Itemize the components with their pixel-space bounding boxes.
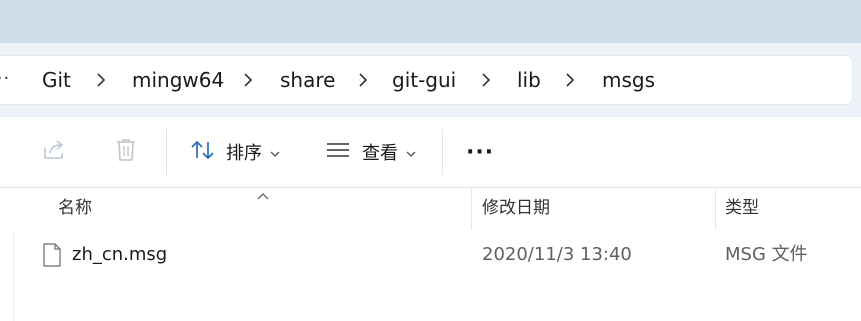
breadcrumb-item-git-gui[interactable]: git-gui [392, 56, 456, 104]
sort-ascending-icon [256, 186, 270, 200]
chevron-right-icon[interactable] [94, 68, 108, 92]
column-header-date[interactable]: 修改日期 [482, 188, 550, 230]
more-options-button[interactable]: ··· [466, 117, 496, 187]
window-titlebar [0, 0, 861, 43]
view-button[interactable]: 查看 [326, 117, 416, 187]
sort-label: 排序 [226, 143, 262, 164]
chevron-right-icon[interactable] [241, 68, 255, 92]
breadcrumb-item-git[interactable]: Git [42, 56, 71, 104]
breadcrumb[interactable]: ··· Git mingw64 share git-gui lib msgs [0, 56, 852, 104]
chevron-right-icon[interactable] [563, 68, 577, 92]
chevron-down-icon [406, 143, 416, 162]
trash-icon [114, 137, 138, 167]
sort-button[interactable]: 排序 [190, 117, 280, 187]
chevron-down-icon [270, 143, 280, 162]
share-button[interactable] [42, 117, 72, 187]
breadcrumb-item-msgs[interactable]: msgs [602, 56, 655, 104]
sort-icon [190, 139, 216, 165]
breadcrumb-item-lib[interactable]: lib [517, 56, 541, 104]
command-bar: 排序 查看 ··· [0, 117, 861, 188]
chevron-right-icon[interactable] [356, 68, 370, 92]
chevron-right-icon[interactable] [479, 68, 493, 92]
column-divider[interactable] [715, 188, 716, 230]
file-type: MSG 文件 [725, 244, 808, 265]
breadcrumb-item-share[interactable]: share [280, 56, 335, 104]
file-row[interactable]: zh_cn.msg 2020/11/3 13:40 MSG 文件 [0, 233, 861, 277]
view-label: 查看 [362, 143, 398, 164]
column-header-name[interactable]: 名称 [58, 188, 92, 230]
column-divider[interactable] [471, 188, 472, 230]
file-modified-date: 2020/11/3 13:40 [482, 244, 632, 265]
file-name[interactable]: zh_cn.msg [72, 233, 167, 277]
toolbar-divider [442, 129, 443, 175]
delete-button[interactable] [114, 117, 140, 187]
breadcrumb-overflow-button[interactable]: ··· [0, 56, 10, 104]
column-header-row: 名称 修改日期 类型 [0, 188, 861, 230]
share-icon [42, 138, 68, 166]
column-header-type[interactable]: 类型 [725, 188, 759, 230]
document-file-icon [42, 243, 62, 267]
toolbar-divider [166, 129, 167, 175]
view-list-icon [326, 141, 350, 163]
breadcrumb-item-mingw64[interactable]: mingw64 [132, 56, 224, 104]
more-icon: ··· [466, 139, 495, 165]
